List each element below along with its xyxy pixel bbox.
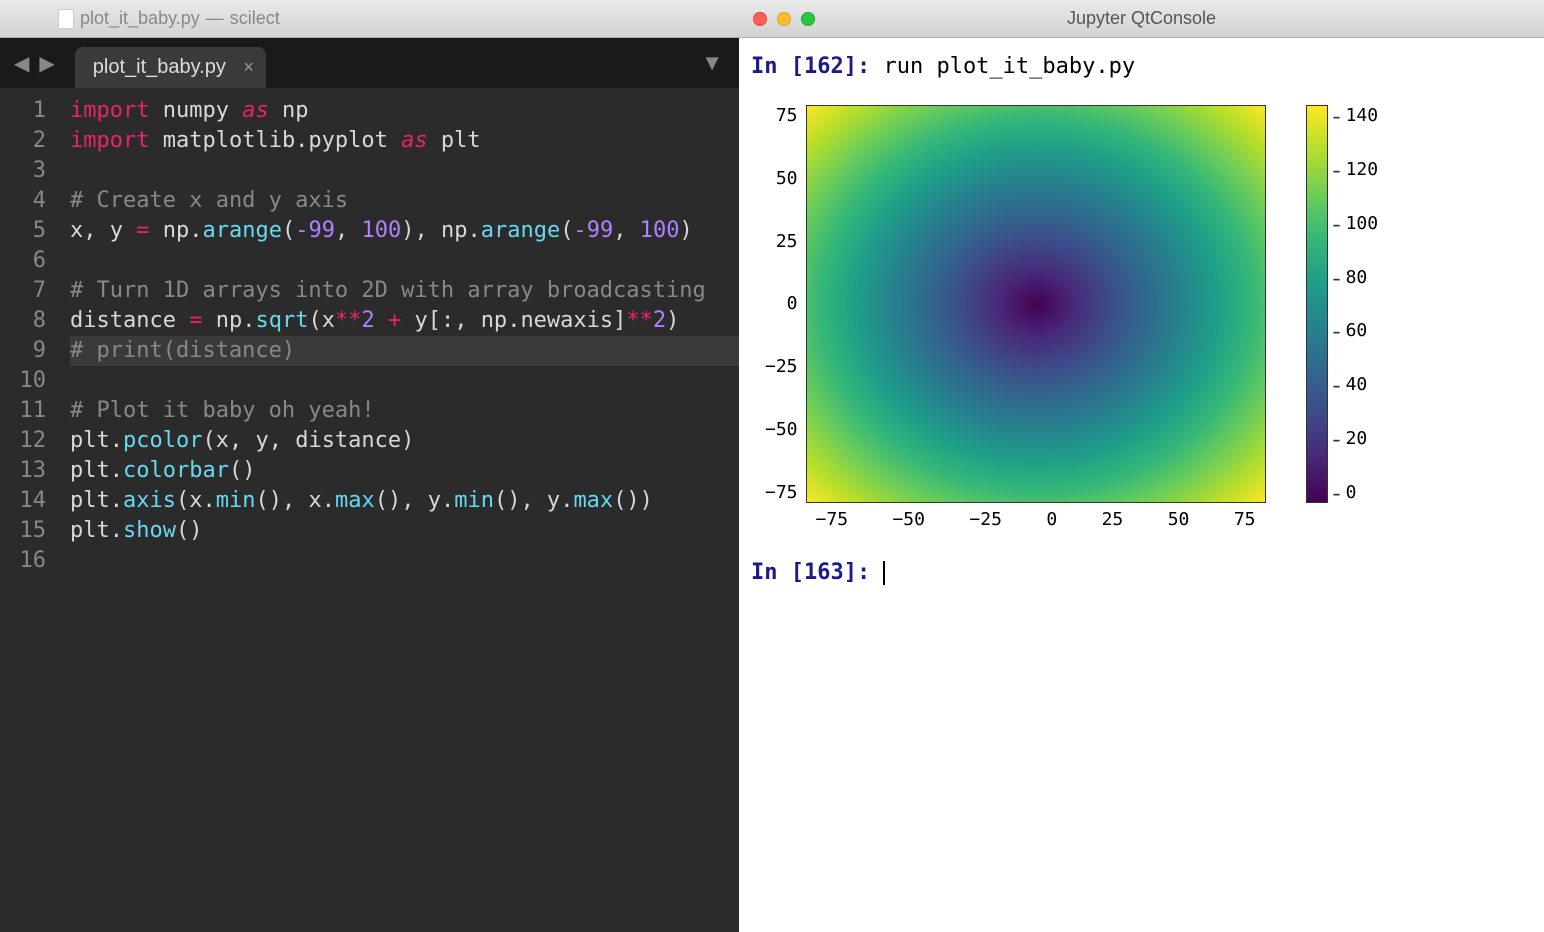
qtconsole-window: Jupyter QtConsole In [162]: run plot_it_… bbox=[739, 0, 1544, 932]
title-project: scilect bbox=[230, 8, 280, 29]
editor-titlebar: plot_it_baby.py — scilect bbox=[0, 0, 739, 38]
tab-plot-it-baby[interactable]: plot_it_baby.py × bbox=[75, 47, 266, 88]
console-line-1: In [162]: run plot_it_baby.py bbox=[751, 54, 1532, 79]
tab-overflow-icon[interactable]: ▼ bbox=[701, 50, 723, 76]
editor-window: plot_it_baby.py — scilect ◀ ▶ plot_it_ba… bbox=[0, 0, 739, 932]
code-editor[interactable]: 12345678910111213141516 import numpy as … bbox=[0, 88, 739, 932]
close-icon[interactable]: × bbox=[243, 57, 254, 78]
y-axis-ticks: 75 50 25 0 −25 −50 −75 bbox=[765, 105, 806, 503]
colorbar: 140 120 100 80 60 40 20 0 bbox=[1306, 105, 1379, 503]
console-body[interactable]: In [162]: run plot_it_baby.py 75 50 25 0… bbox=[739, 38, 1544, 932]
tab-label: plot_it_baby.py bbox=[93, 56, 226, 78]
plot-output: 75 50 25 0 −25 −50 −75 −75 −50 −25 bbox=[765, 105, 1532, 530]
cursor bbox=[883, 561, 885, 585]
title-sep: — bbox=[206, 8, 224, 29]
x-axis-ticks: −75 −50 −25 0 25 50 75 bbox=[806, 509, 1266, 530]
qtconsole-titlebar: Jupyter QtConsole bbox=[739, 0, 1544, 38]
tab-bar: ◀ ▶ plot_it_baby.py × ▼ bbox=[0, 38, 739, 88]
code-body[interactable]: import numpy as np import matplotlib.pyp… bbox=[60, 88, 739, 932]
colorbar-gradient bbox=[1306, 105, 1328, 503]
console-line-2: In [163]: bbox=[751, 560, 1532, 585]
prompt-in-162: In [162]: bbox=[751, 54, 870, 79]
line-gutter: 12345678910111213141516 bbox=[0, 88, 60, 932]
file-icon bbox=[58, 9, 74, 29]
prompt-in-163: In [163]: bbox=[751, 560, 870, 585]
heatmap bbox=[806, 105, 1266, 503]
colorbar-ticks: 140 120 100 80 60 40 20 0 bbox=[1334, 105, 1379, 503]
title-filename: plot_it_baby.py bbox=[80, 8, 200, 29]
nav-back-icon[interactable]: ◀ bbox=[14, 51, 29, 76]
command-run: run plot_it_baby.py bbox=[883, 54, 1135, 79]
window-title: Jupyter QtConsole bbox=[739, 8, 1544, 29]
nav-forward-icon[interactable]: ▶ bbox=[39, 51, 54, 76]
